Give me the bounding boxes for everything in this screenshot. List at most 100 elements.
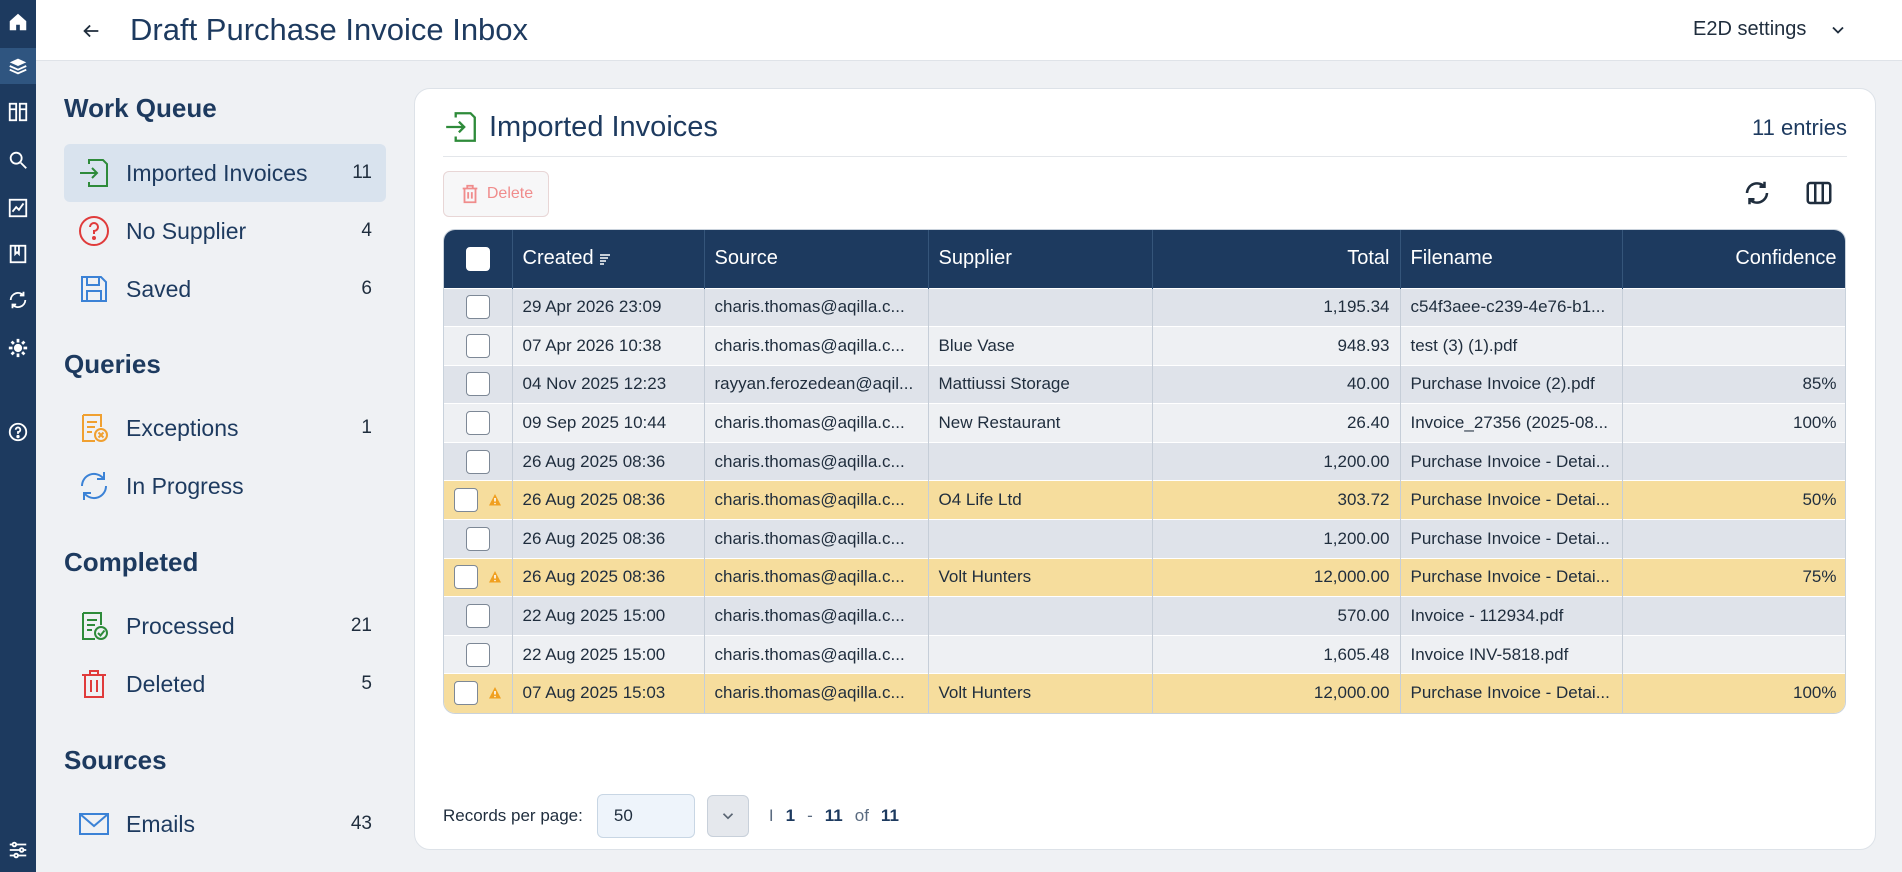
home-icon[interactable] — [0, 4, 36, 40]
sidebar-item-in-progress[interactable]: In Progress — [64, 457, 386, 515]
row-checkbox[interactable] — [454, 488, 478, 513]
table-header-row: Created Source Supplier Total Filename C… — [444, 230, 1845, 288]
col-header-created[interactable]: Created — [512, 230, 705, 288]
row-checkbox[interactable] — [454, 565, 478, 590]
cell-created: 07 Apr 2026 10:38 — [512, 326, 705, 366]
back-arrow-icon[interactable] — [76, 16, 106, 46]
section-title-work-queue: Work Queue — [64, 93, 217, 123]
sidebar-item-emails[interactable]: Emails 43 — [64, 795, 386, 853]
cell-filename: Invoice_27356 (2025-08... — [1400, 403, 1623, 443]
columns-icon[interactable] — [0, 94, 36, 130]
save-icon — [76, 271, 112, 307]
col-header-confidence[interactable]: Confidence — [1622, 230, 1845, 288]
cell-source: charis.thomas@aqilla.c... — [704, 287, 929, 327]
col-header-supplier[interactable]: Supplier — [928, 230, 1153, 288]
table-row[interactable]: 22 Aug 2025 15:00 charis.thomas@aqilla.c.… — [444, 596, 1845, 636]
sidebar-item-processed[interactable]: Processed 21 — [64, 597, 386, 655]
cell-source: charis.thomas@aqilla.c... — [704, 326, 929, 366]
range-end: 11 — [824, 806, 843, 825]
table-row[interactable]: 09 Sep 2025 10:44 charis.thomas@aqilla.c.… — [444, 403, 1845, 443]
select-all-cell — [444, 230, 513, 288]
table-row[interactable]: 22 Aug 2025 15:00 charis.thomas@aqilla.c.… — [444, 634, 1845, 674]
cell-created: 26 Aug 2025 08:36 — [512, 441, 705, 481]
sidebar-item-count: 5 — [361, 673, 372, 694]
cell-filename: c54f3aee-c239-4e76-b1... — [1400, 287, 1623, 327]
stack-icon[interactable] — [0, 48, 36, 84]
sidebar-item-label: In Progress — [126, 472, 244, 499]
help-icon[interactable] — [0, 414, 36, 450]
cell-confidence — [1622, 634, 1845, 674]
cell-total: 26.40 — [1152, 403, 1401, 443]
col-header-total[interactable]: Total — [1152, 230, 1401, 288]
row-checkbox[interactable] — [465, 604, 490, 629]
row-select-cell — [444, 557, 513, 597]
cell-source: charis.thomas@aqilla.c... — [704, 596, 929, 636]
sidebar-item-imported-invoices[interactable]: Imported Invoices 11 — [64, 144, 386, 202]
search-icon[interactable] — [0, 142, 36, 178]
cell-supplier — [928, 519, 1153, 559]
row-select-cell — [444, 326, 513, 366]
sidebar-item-count: 43 — [350, 813, 372, 834]
sidebar-item-count: 21 — [350, 615, 372, 636]
table-row[interactable]: 07 Apr 2026 10:38 charis.thomas@aqilla.c.… — [444, 326, 1845, 366]
sidebar-item-saved[interactable]: Saved 6 — [64, 260, 386, 318]
sync-icon[interactable] — [0, 282, 36, 318]
row-checkbox[interactable] — [465, 449, 490, 474]
row-checkbox[interactable] — [454, 681, 478, 706]
cell-created: 04 Nov 2025 12:23 — [512, 364, 705, 404]
table-row[interactable]: 26 Aug 2025 08:36 charis.thomas@aqilla.c.… — [444, 441, 1845, 481]
delete-button[interactable]: Delete — [443, 171, 549, 217]
refresh-button[interactable] — [1737, 173, 1777, 213]
table-row[interactable]: 26 Aug 2025 08:36 charis.thomas@aqilla.c.… — [444, 557, 1845, 597]
settings-dropdown[interactable]: E2D settings — [1693, 18, 1848, 41]
cell-filename: Purchase Invoice - Detai... — [1400, 557, 1623, 597]
delete-label: Delete — [486, 185, 534, 202]
row-checkbox[interactable] — [465, 333, 490, 358]
sidebar-item-deleted[interactable]: Deleted 5 — [64, 655, 386, 713]
progress-icon — [76, 468, 112, 504]
gear-icon[interactable] — [0, 330, 36, 366]
sliders-icon[interactable] — [0, 832, 36, 868]
processed-icon — [76, 608, 112, 644]
table-row[interactable]: 26 Aug 2025 08:36 charis.thomas@aqilla.c.… — [444, 519, 1845, 559]
select-all-checkbox[interactable] — [465, 246, 490, 271]
sidebar-item-exceptions[interactable]: Exceptions 1 — [64, 399, 386, 457]
row-select-cell — [444, 403, 513, 443]
panel-title: Imported Invoices — [489, 111, 718, 143]
cell-created: 26 Aug 2025 08:36 — [512, 519, 705, 559]
col-header-source[interactable]: Source — [704, 230, 929, 288]
cell-confidence: 75% — [1622, 557, 1845, 597]
sidebar-item-label: Saved — [126, 275, 192, 302]
section-title-completed: Completed — [64, 547, 199, 577]
page-range: I 1 - 11 of 11 — [769, 806, 899, 826]
settings-label: E2D settings — [1693, 18, 1807, 40]
sort-icon[interactable] — [598, 252, 612, 266]
cell-confidence — [1622, 441, 1845, 481]
records-per-page-input[interactable]: 50 — [596, 794, 695, 838]
table-row[interactable]: 26 Aug 2025 08:36 charis.thomas@aqilla.c.… — [444, 480, 1845, 520]
row-checkbox[interactable] — [465, 372, 490, 397]
col-header-filename[interactable]: Filename — [1400, 230, 1623, 288]
table-row[interactable]: 04 Nov 2025 12:23 rayyan.ferozedean@aqil.… — [444, 364, 1845, 404]
row-checkbox[interactable] — [465, 295, 490, 320]
range-dash: - — [807, 806, 813, 825]
cell-confidence — [1622, 326, 1845, 366]
cell-supplier: Mattiussi Storage — [928, 364, 1153, 404]
cell-filename: Purchase Invoice - Detai... — [1400, 519, 1623, 559]
row-checkbox[interactable] — [465, 411, 490, 436]
cell-total: 12,000.00 — [1152, 557, 1401, 597]
import-icon — [76, 155, 112, 191]
cell-source: charis.thomas@aqilla.c... — [704, 403, 929, 443]
records-per-page-dropdown[interactable] — [706, 795, 749, 837]
row-checkbox[interactable] — [465, 642, 490, 667]
page-title: Draft Purchase Invoice Inbox — [130, 12, 529, 47]
cell-created: 26 Aug 2025 08:36 — [512, 480, 705, 520]
table-row[interactable]: 07 Aug 2025 15:03 charis.thomas@aqilla.c.… — [444, 673, 1845, 713]
analytics-icon[interactable] — [0, 190, 36, 226]
sidebar-item-no-supplier[interactable]: No Supplier 4 — [64, 202, 386, 260]
columns-button[interactable] — [1799, 173, 1839, 213]
exception-icon — [76, 410, 112, 446]
table-row[interactable]: 29 Apr 2026 23:09 charis.thomas@aqilla.c.… — [444, 287, 1845, 327]
book-icon[interactable] — [0, 236, 36, 272]
row-checkbox[interactable] — [465, 526, 490, 551]
